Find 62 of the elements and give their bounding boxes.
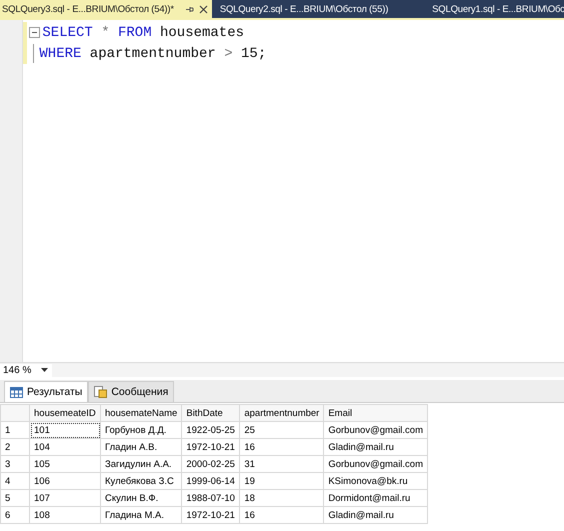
table-cell: 16 <box>240 438 324 456</box>
column-header[interactable]: Email <box>324 404 428 422</box>
table-cell: 1922-05-25 <box>182 422 240 438</box>
zoom-dropdown[interactable]: 146 % <box>0 364 52 376</box>
row-number: 6 <box>0 506 30 524</box>
table-cell: Gorbunov@gmail.com <box>324 456 428 472</box>
column-header[interactable]: BithDate <box>182 404 240 422</box>
results-tab[interactable]: Сообщения <box>88 381 174 402</box>
row-number: 2 <box>0 438 30 456</box>
table-cell: 105 <box>30 456 100 472</box>
row-number: 3 <box>0 456 30 472</box>
caret-icon <box>41 368 48 372</box>
table-cell: 2000-02-25 <box>182 456 240 472</box>
table-cell: 1999-06-14 <box>182 472 240 490</box>
document-tab[interactable]: SQLQuery2.sql - E...BRIUM\Обстол (55)) <box>212 0 402 18</box>
column-header[interactable]: apartmentnumber <box>240 404 324 422</box>
document-tab[interactable]: SQLQuery1.sql - E...BRIUM\Обс <box>402 0 564 18</box>
table-cell: Гладина М.А. <box>100 506 182 524</box>
table-cell: 18 <box>240 490 324 506</box>
document-icon <box>94 386 108 398</box>
row-number: 1 <box>0 422 30 438</box>
table-cell: 16 <box>240 506 324 524</box>
table-cell: 1972-10-21 <box>182 438 240 456</box>
row-number: 5 <box>0 490 30 506</box>
table-cell: 101 <box>30 422 100 438</box>
table-cell: 19 <box>240 472 324 490</box>
code-token: apartmentnumber <box>90 46 216 62</box>
table-cell: 107 <box>30 490 100 506</box>
table-cell: Гладин А.В. <box>100 438 182 456</box>
table-cell: Кулебякова З.С <box>100 472 182 490</box>
column-header[interactable]: housemeateID <box>30 404 100 422</box>
table-cell: 25 <box>240 422 324 438</box>
table-cell: 1972-10-21 <box>182 506 240 524</box>
row-number: 4 <box>0 472 30 490</box>
table-cell: Gladin@mail.ru <box>324 506 428 524</box>
table-cell: Горбунов Д.Д. <box>100 422 182 438</box>
table-cell: KSimonova@bk.ru <box>324 472 428 490</box>
close-icon[interactable] <box>198 4 208 14</box>
code-token: * <box>101 24 110 40</box>
table-cell: 106 <box>30 472 100 490</box>
document-tab[interactable]: SQLQuery3.sql - E...BRIUM\Обстол (54))* <box>0 0 212 18</box>
column-header[interactable]: housemateName <box>100 404 182 422</box>
code-token: housemates <box>160 24 244 40</box>
table-cell: 104 <box>30 438 100 456</box>
table-cell: Скулин В.Ф. <box>100 490 182 506</box>
code-token: FROM <box>118 24 152 40</box>
table-cell: 108 <box>30 506 100 524</box>
table-cell: 1988-07-10 <box>182 490 240 506</box>
code-token: WHERE <box>39 46 82 62</box>
pin-icon[interactable] <box>184 4 194 14</box>
table-cell: Загидулин А.А. <box>100 456 182 472</box>
table-cell: 31 <box>240 456 324 472</box>
code-token: SELECT <box>42 24 93 40</box>
table-cell: Gladin@mail.ru <box>324 438 428 456</box>
code-token: 15; <box>241 46 266 62</box>
code-token: > <box>224 46 233 62</box>
results-tab[interactable]: Результаты <box>4 381 88 402</box>
table-cell: Gorbunov@gmail.com <box>324 422 428 438</box>
table-cell: Dormidont@mail.ru <box>324 490 428 506</box>
horizontal-scrollbar[interactable] <box>52 364 564 376</box>
grid-icon <box>10 386 23 398</box>
collapse-icon[interactable] <box>29 27 40 38</box>
